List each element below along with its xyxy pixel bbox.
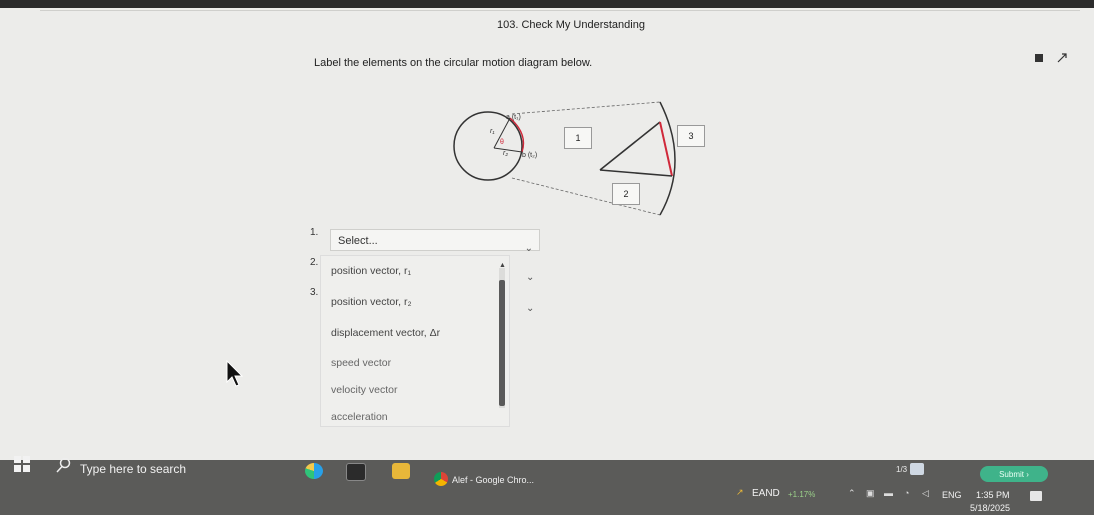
option-velocity[interactable]: velocity vector	[331, 384, 398, 396]
stock-change: +1.17%	[788, 490, 816, 499]
label-theta: θ	[500, 139, 504, 146]
question-instruction: Label the elements on the circular motio…	[314, 57, 593, 69]
folder-icon[interactable]	[392, 463, 410, 479]
page-count: 1/3	[896, 465, 908, 474]
triangle-side-1	[599, 121, 661, 171]
language-indicator[interactable]: ENG	[942, 490, 962, 500]
chrome-taskbar-item[interactable]: Alef - Google Chro...	[452, 475, 534, 485]
label-r2: r₂	[503, 150, 509, 157]
store-icon[interactable]	[346, 463, 366, 481]
circular-motion-diagram	[453, 101, 676, 216]
motion-circle	[453, 111, 523, 181]
option-displacement[interactable]: displacement vector, Δr	[331, 327, 440, 339]
scrollbar-thumb[interactable]	[499, 280, 505, 406]
answer-number-1: 1.	[310, 227, 319, 238]
chrome-icon[interactable]	[434, 472, 448, 486]
answer-number-2: 2.	[310, 257, 319, 268]
windows-start-icon[interactable]	[14, 456, 30, 472]
clock-time[interactable]: 1:35 PM	[976, 490, 1010, 500]
chevron-up-icon[interactable]: ⌃	[848, 488, 856, 499]
edge-icon[interactable]	[305, 463, 323, 479]
label-b-t2: b (t₂)	[522, 152, 538, 159]
chevron-down-icon: ⌄	[524, 243, 533, 254]
question-title: 103. Check My Understanding	[497, 19, 645, 31]
wifi-icon[interactable]: ◔	[904, 488, 909, 498]
submit-button[interactable]: Submit ›	[980, 466, 1048, 482]
square-icon[interactable]	[1033, 52, 1045, 64]
taskbar-search-input[interactable]: Type here to search	[80, 462, 186, 476]
chevron-down-icon[interactable]: ⌄	[526, 303, 534, 314]
answer-dropdown-list[interactable]: position vector, r₁ position vector, r₂ …	[320, 255, 510, 427]
answer-number-3: 3.	[310, 287, 319, 298]
app-screen: 103. Check My Understanding Label the el…	[0, 0, 1094, 460]
expand-icon[interactable]	[1056, 52, 1068, 64]
notification-icon[interactable]	[1030, 491, 1042, 501]
select-1-value: Select...	[338, 235, 378, 247]
calculator-icon[interactable]	[910, 463, 924, 475]
volume-icon[interactable]: ◁	[922, 488, 929, 499]
option-speed[interactable]: speed vector	[331, 357, 391, 369]
answer-select-1[interactable]: Select... ⌄	[330, 229, 540, 254]
option-position-r2[interactable]: position vector, r₂	[331, 296, 412, 308]
search-icon[interactable]	[56, 457, 72, 473]
stock-trend-icon: ↗	[736, 487, 744, 497]
chevron-down-icon[interactable]: ⌄	[526, 272, 534, 283]
label-r1: r₁	[490, 128, 495, 135]
option-position-r1[interactable]: position vector, r₁	[331, 265, 411, 277]
option-acceleration[interactable]: acceleration	[331, 411, 388, 423]
label-box-3: 3	[677, 125, 705, 147]
mouse-cursor-icon	[226, 360, 244, 387]
battery-icon[interactable]: ▬	[884, 488, 893, 498]
top-bar	[0, 0, 1094, 8]
title-divider	[40, 10, 1080, 11]
label-box-1: 1	[564, 127, 592, 149]
stock-label[interactable]: EAND	[752, 488, 780, 499]
security-icon[interactable]: ▣	[866, 488, 875, 499]
label-box-2: 2	[612, 183, 640, 205]
triangle-side-2	[599, 169, 673, 177]
dashed-line-top	[511, 101, 661, 115]
clock-date[interactable]: 5/18/2025	[970, 503, 1010, 513]
label-a-t1: a (t₁)	[506, 114, 521, 121]
